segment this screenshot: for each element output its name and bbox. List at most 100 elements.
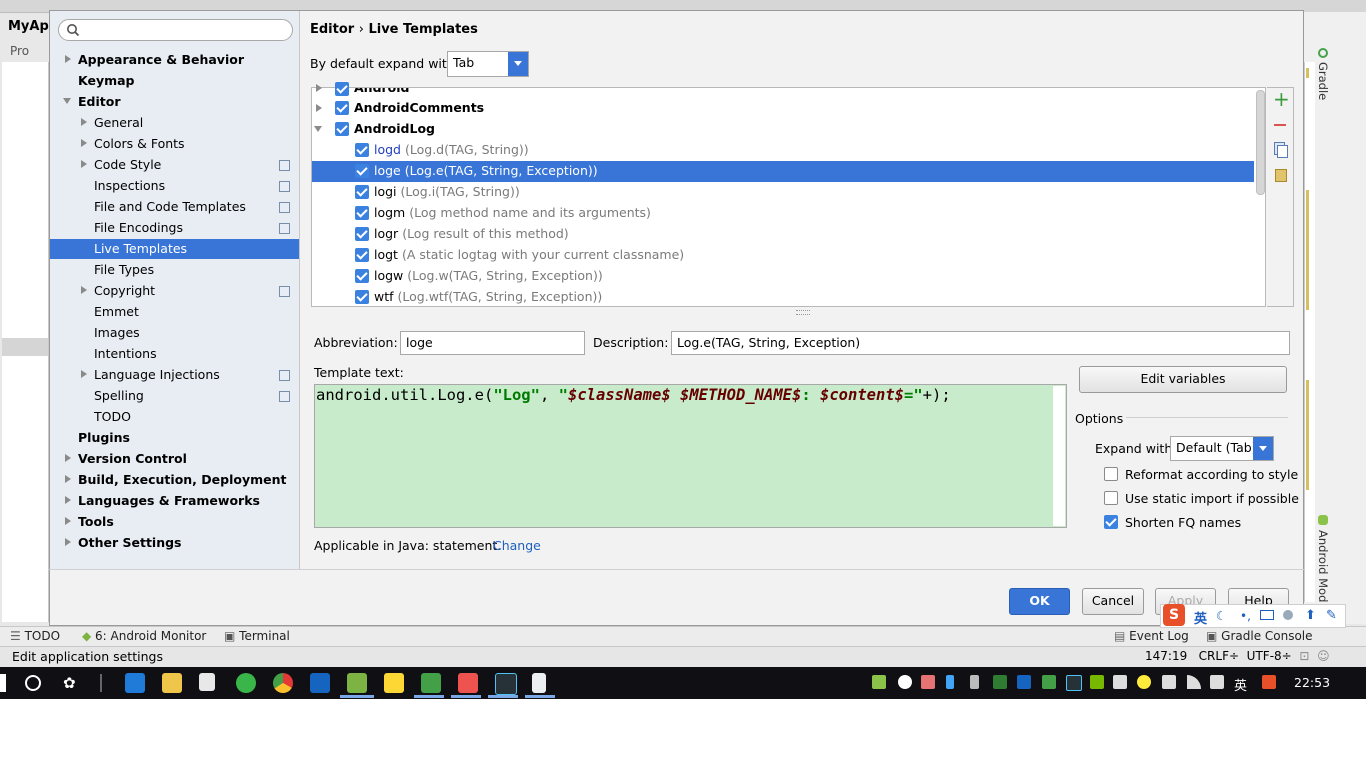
expand-arrow-icon[interactable] <box>65 454 71 462</box>
moon-icon[interactable]: ☾ <box>1216 609 1227 623</box>
sidebar-item-appearance-behavior[interactable]: Appearance & Behavior <box>78 49 244 70</box>
tray-plus-icon[interactable] <box>1137 675 1151 689</box>
wrench-icon[interactable]: ✎ <box>1326 608 1337 623</box>
line-separator[interactable]: CRLF÷ <box>1199 649 1239 663</box>
tray-cloud-icon[interactable] <box>898 675 912 689</box>
template-checkbox[interactable] <box>355 143 369 157</box>
sidebar-item-languages-frameworks[interactable]: Languages & Frameworks <box>78 490 260 511</box>
todo-tool-tab[interactable]: ☰ TODO <box>10 629 60 643</box>
template-row-logd[interactable]: logd (Log.d(TAG, String)) <box>374 139 529 160</box>
sidebar-item-build-execution-deployment[interactable]: Build, Execution, Deployment <box>78 469 286 490</box>
group-checkbox-androidcomments[interactable] <box>335 101 349 115</box>
group-androidlog[interactable]: AndroidLog <box>354 118 435 139</box>
template-checkbox[interactable] <box>355 206 369 220</box>
chevron-down-icon[interactable] <box>508 52 528 76</box>
expand-arrow-icon[interactable] <box>316 84 322 92</box>
event-log-tool-tab[interactable]: ▤ Event Log <box>1114 629 1189 643</box>
sidebar-item-general[interactable]: General <box>94 112 143 133</box>
app-icon[interactable] <box>384 673 404 693</box>
sidebar-item-todo[interactable]: TODO <box>94 406 131 427</box>
collapse-arrow-icon[interactable] <box>63 98 71 104</box>
expand-arrow-icon[interactable] <box>65 55 71 63</box>
gradle-console-tool-tab[interactable]: ▣ Gradle Console <box>1206 629 1313 643</box>
usb-icon[interactable] <box>970 675 979 689</box>
task-view-icon[interactable]: ✿ <box>63 674 76 692</box>
keyboard-icon[interactable] <box>1260 610 1274 620</box>
template-checkbox[interactable] <box>355 290 369 304</box>
static-import-label[interactable]: Use static import if possible <box>1125 491 1299 506</box>
shorten-fq-names-label[interactable]: Shorten FQ names <box>1125 515 1241 530</box>
chevron-down-icon[interactable] <box>1253 437 1273 460</box>
file-encoding[interactable]: UTF-8÷ <box>1247 649 1292 663</box>
sidebar-item-tools[interactable]: Tools <box>78 511 114 532</box>
settings-search-input[interactable] <box>58 19 293 41</box>
calculator-icon[interactable] <box>532 673 546 693</box>
expand-arrow-icon[interactable] <box>81 370 87 378</box>
chrome-icon[interactable] <box>273 673 293 693</box>
edge-icon[interactable] <box>125 673 145 693</box>
lock-icon[interactable]: ⊡ <box>1299 649 1309 663</box>
cortana-icon[interactable] <box>25 675 41 691</box>
ide-project-tab[interactable]: Pro <box>10 44 29 58</box>
sidebar-item-file-encodings[interactable]: File Encodings <box>94 217 183 238</box>
templates-scrollbar[interactable] <box>1256 90 1265 195</box>
tray-app-icon[interactable] <box>1042 675 1056 689</box>
expand-arrow-icon[interactable] <box>81 160 87 168</box>
sidebar-item-plugins[interactable]: Plugins <box>78 427 130 448</box>
sidebar-item-editor[interactable]: Editor <box>78 91 121 112</box>
template-row-logt[interactable]: logt (A static logtag with your current … <box>374 244 684 265</box>
bluetooth-icon[interactable] <box>946 675 954 689</box>
remove-icon[interactable] <box>1274 124 1286 126</box>
mail-icon[interactable] <box>310 673 330 693</box>
cancel-button[interactable]: Cancel <box>1082 588 1144 615</box>
tray-android-icon[interactable] <box>872 675 886 689</box>
expand-arrow-icon[interactable] <box>316 104 322 112</box>
app-icon[interactable] <box>458 673 478 693</box>
tray-speaker-mute-icon[interactable] <box>921 675 935 689</box>
template-row-logm[interactable]: logm (Log method name and its arguments) <box>374 202 651 223</box>
sidebar-item-intentions[interactable]: Intentions <box>94 343 157 364</box>
sidebar-item-version-control[interactable]: Version Control <box>78 448 187 469</box>
terminal-tool-tab[interactable]: ▣ Terminal <box>224 629 290 643</box>
gradle-tool-tab[interactable]: Gradle <box>1316 62 1330 100</box>
template-row-logr[interactable]: logr (Log result of this method) <box>374 223 569 244</box>
expand-arrow-icon[interactable] <box>81 139 87 147</box>
punctuation-icon[interactable]: •, <box>1240 609 1251 623</box>
reformat-label[interactable]: Reformat according to style <box>1125 467 1298 482</box>
tray-app-icon[interactable] <box>1162 675 1176 689</box>
notification-icon[interactable] <box>1210 675 1224 689</box>
splitter-handle[interactable] <box>796 310 810 315</box>
sidebar-item-spelling[interactable]: Spelling <box>94 385 144 406</box>
tray-app-icon[interactable] <box>1066 675 1082 691</box>
sidebar-item-code-style[interactable]: Code Style <box>94 154 161 175</box>
sogou-logo-icon[interactable]: S <box>1163 604 1185 626</box>
tray-app-icon[interactable] <box>1017 675 1031 689</box>
expand-arrow-icon[interactable] <box>81 118 87 126</box>
store-icon[interactable] <box>199 673 215 691</box>
security-shield-icon[interactable] <box>993 675 1007 689</box>
sidebar-item-live-templates[interactable]: Live Templates <box>94 238 187 259</box>
sidebar-item-inspections[interactable]: Inspections <box>94 175 165 196</box>
sogou-tray-icon[interactable] <box>1262 675 1276 689</box>
sidebar-item-emmet[interactable]: Emmet <box>94 301 139 322</box>
sidebar-item-images[interactable]: Images <box>94 322 140 343</box>
sidebar-item-other-settings[interactable]: Other Settings <box>78 532 182 553</box>
group-androidcomments[interactable]: AndroidComments <box>354 97 484 118</box>
restore-icon[interactable] <box>1275 169 1287 182</box>
user-icon[interactable] <box>1283 610 1293 620</box>
skin-icon[interactable]: ⬆ <box>1305 608 1316 623</box>
template-checkbox[interactable] <box>355 248 369 262</box>
group-checkbox-androidlog[interactable] <box>335 122 349 136</box>
inspector-icon[interactable]: ☺ <box>1317 649 1330 663</box>
caret-position[interactable]: 147:19 <box>1145 649 1187 663</box>
sidebar-item-language-injections[interactable]: Language Injections <box>94 364 220 385</box>
nvidia-icon[interactable] <box>1090 675 1104 689</box>
change-context-link[interactable]: Change <box>493 538 541 553</box>
template-row-loge[interactable]: loge (Log.e(TAG, String, Exception)) <box>374 160 598 181</box>
sidebar-item-copyright[interactable]: Copyright <box>94 280 155 301</box>
sidebar-item-colors-fonts[interactable]: Colors & Fonts <box>94 133 185 154</box>
volume-icon[interactable] <box>1113 675 1127 689</box>
group-checkbox-android[interactable] <box>335 82 349 96</box>
expand-arrow-icon[interactable] <box>65 496 71 504</box>
app-icon[interactable] <box>495 673 517 695</box>
